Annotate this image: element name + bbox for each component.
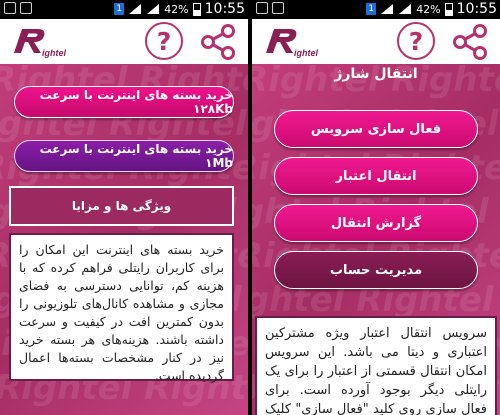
svg-text:ightel: ightel: [42, 48, 66, 58]
rightel-logo: ightel: [266, 29, 318, 58]
screen-internet-packages: Rightel Rightel Rightel Rightel Rightel …: [0, 0, 248, 415]
gallery-notification-icon: [256, 2, 268, 14]
screen-charge-transfer: Rightel Rightel Rightel Rightel Rightel …: [252, 0, 500, 415]
battery-icon: [192, 2, 201, 16]
question-mark-icon: ?: [408, 26, 424, 56]
download-notification-icon: [272, 2, 284, 14]
help-button[interactable]: ?: [397, 22, 435, 60]
buy-1mb-button[interactable]: خرید بسته های اینترنت با سرعت ۱Mb: [14, 140, 234, 172]
transfer-report-button[interactable]: گزارش انتقال: [274, 204, 478, 242]
svg-text:ightel: ightel: [294, 48, 318, 58]
battery-percent: 42%: [416, 2, 441, 16]
share-icon[interactable]: [450, 22, 490, 62]
share-icon[interactable]: [198, 22, 238, 62]
transfer-credit-button[interactable]: انتقال اعتبار: [274, 157, 478, 195]
battery-percent: 42%: [164, 2, 189, 16]
app-header: ightel ?: [0, 19, 248, 64]
notification-badge: 1: [114, 3, 125, 15]
battery-icon: [444, 2, 453, 16]
signal-2-icon: [147, 4, 160, 14]
activate-service-button[interactable]: فعال سازی سرویس: [274, 110, 478, 148]
gallery-notification-icon: [4, 2, 16, 14]
clock: 10:55: [204, 1, 245, 17]
account-management-button[interactable]: مدیریت حساب: [274, 251, 478, 289]
buy-128kb-button[interactable]: خرید بسته های اینترنت با سرعت ۱۲۸Kb: [14, 86, 234, 118]
signal-icon: [129, 4, 142, 14]
features-section-title: ویژگی ها و مزایا: [9, 186, 234, 226]
features-description: خرید بسته های اینترنت این امکان را برای …: [9, 233, 234, 383]
signal-icon: [381, 4, 394, 14]
service-description: سرویس انتقال اعتبار ویژه مشترکین اعتباری…: [255, 316, 497, 415]
clock: 10:55: [456, 1, 497, 17]
signal-2-icon: [399, 4, 412, 14]
notification-badge: 1: [366, 3, 377, 15]
status-bar: 1 42% 10:55: [252, 0, 500, 19]
status-bar: 1 42% 10:55: [0, 0, 248, 19]
rightel-logo: ightel: [14, 29, 66, 58]
download-notification-icon: [20, 2, 32, 14]
app-header: ightel ?: [252, 19, 500, 64]
question-mark-icon: ?: [156, 26, 172, 56]
page-title: انتقال شارژ: [334, 66, 418, 82]
help-button[interactable]: ?: [145, 22, 183, 60]
